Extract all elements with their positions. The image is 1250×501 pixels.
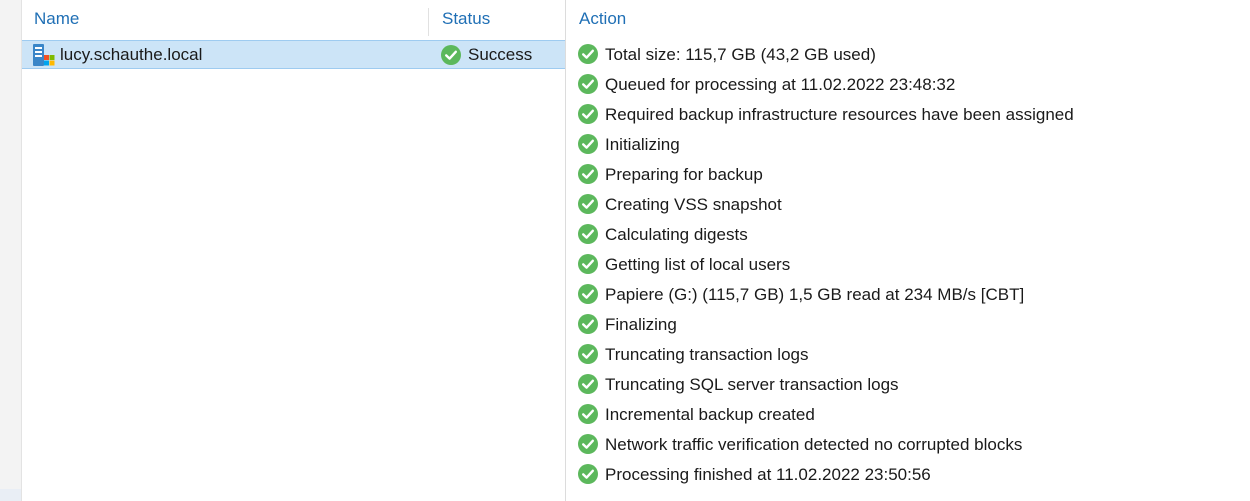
action-log-list: Total size: 115,7 GB (43,2 GB used) Queu… [566, 40, 1226, 490]
action-log-item[interactable]: Queued for processing at 11.02.2022 23:4… [566, 70, 1226, 100]
action-log-item[interactable]: Processing finished at 11.02.2022 23:50:… [566, 460, 1226, 490]
column-header-action[interactable]: Action [579, 0, 626, 38]
success-check-icon [578, 224, 598, 244]
success-check-icon [578, 74, 598, 94]
action-log-text: Preparing for backup [605, 165, 763, 184]
action-log-item[interactable]: Initializing [566, 130, 1226, 160]
action-log-text: Truncating SQL server transaction logs [605, 375, 899, 394]
action-log-text: Required backup infrastructure resources… [605, 105, 1074, 124]
action-log-item[interactable]: Truncating SQL server transaction logs [566, 370, 1226, 400]
action-log-text: Papiere (G:) (115,7 GB) 1,5 GB read at 2… [605, 285, 1025, 304]
windows-server-icon [33, 44, 55, 66]
action-log-item[interactable]: Required backup infrastructure resources… [566, 100, 1226, 130]
action-log-text: Total size: 115,7 GB (43,2 GB used) [605, 45, 876, 64]
session-row[interactable]: lucy.schauthe.local Success [22, 40, 565, 69]
action-log-text: Getting list of local users [605, 255, 791, 274]
success-check-icon [578, 404, 598, 424]
action-log-text: Calculating digests [605, 225, 748, 244]
success-check-icon [578, 254, 598, 274]
action-log-item[interactable]: Calculating digests [566, 220, 1226, 250]
action-log-item[interactable]: Finalizing [566, 310, 1226, 340]
success-check-icon [441, 45, 461, 65]
session-status: Success [468, 45, 533, 64]
action-log-pane: Action Total size: 115,7 GB (43,2 GB use… [566, 0, 1250, 501]
action-log-item[interactable]: Incremental backup created [566, 400, 1226, 430]
column-header-status[interactable]: Status [442, 0, 562, 38]
action-log-item[interactable]: Papiere (G:) (115,7 GB) 1,5 GB read at 2… [566, 280, 1226, 310]
action-log-item[interactable]: Total size: 115,7 GB (43,2 GB used) [566, 40, 1226, 70]
action-log-item[interactable]: Preparing for backup [566, 160, 1226, 190]
action-log-text: Truncating transaction logs [605, 345, 809, 364]
action-log-item[interactable]: Getting list of local users [566, 250, 1226, 280]
action-log-item[interactable]: Truncating transaction logs [566, 340, 1226, 370]
action-log-text: Initializing [605, 135, 680, 154]
success-check-icon [578, 134, 598, 154]
action-log-item[interactable]: Creating VSS snapshot [566, 190, 1226, 220]
sessions-pane: Name Status lucy.schauthe.local Success [22, 0, 565, 501]
left-strip-scroll-area [0, 489, 21, 501]
success-check-icon [578, 284, 598, 304]
action-log-text: Finalizing [605, 315, 677, 334]
action-log-text: Processing finished at 11.02.2022 23:50:… [605, 465, 931, 484]
success-check-icon [578, 464, 598, 484]
backup-session-window: Name Status lucy.schauthe.local Success [0, 0, 1250, 501]
column-header-name[interactable]: Name [34, 0, 434, 38]
action-log-text: Creating VSS snapshot [605, 195, 782, 214]
action-log-text: Incremental backup created [605, 405, 815, 424]
success-check-icon [578, 104, 598, 124]
success-check-icon [578, 44, 598, 64]
action-log-text: Network traffic verification detected no… [605, 435, 1023, 454]
success-check-icon [578, 314, 598, 334]
success-check-icon [578, 374, 598, 394]
column-divider[interactable] [428, 8, 429, 36]
session-name: lucy.schauthe.local [60, 45, 203, 64]
success-check-icon [578, 194, 598, 214]
success-check-icon [578, 434, 598, 454]
success-check-icon [578, 164, 598, 184]
left-side-strip [0, 0, 22, 501]
success-check-icon [578, 344, 598, 364]
action-log-item[interactable]: Network traffic verification detected no… [566, 430, 1226, 460]
action-log-text: Queued for processing at 11.02.2022 23:4… [605, 75, 956, 94]
